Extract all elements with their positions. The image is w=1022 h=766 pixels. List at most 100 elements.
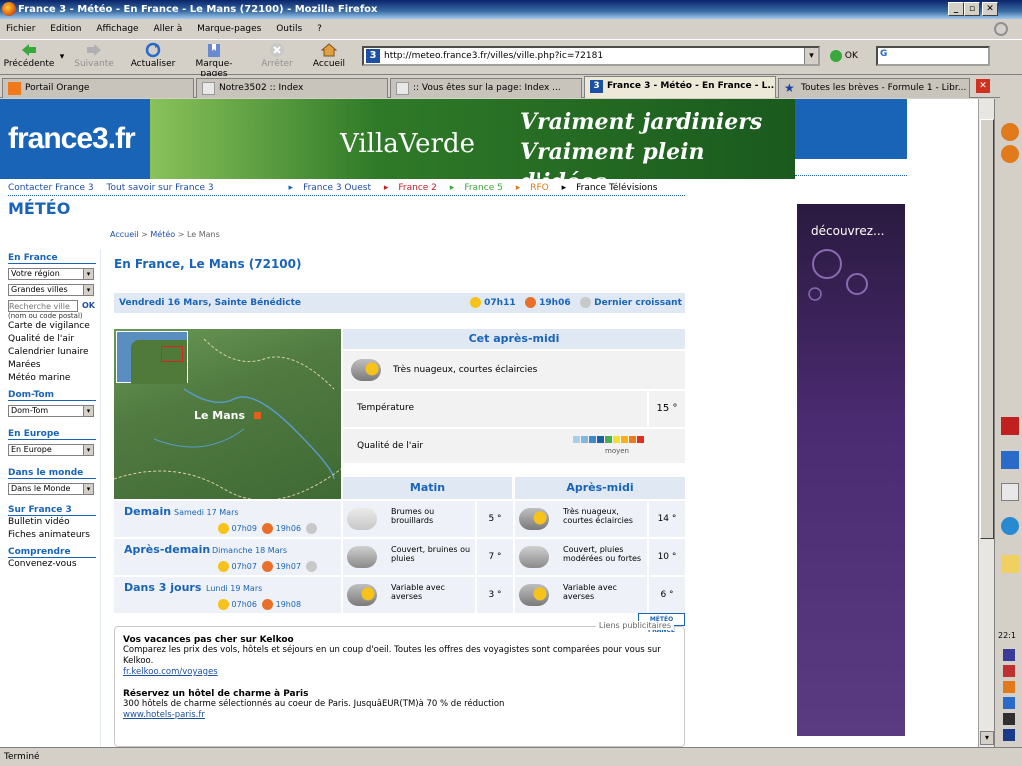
link-fiches-animateurs[interactable]: Fiches animateurs <box>8 529 96 542</box>
forecast-day-apres-demain[interactable]: Après-demain Dimanche 18 Mars 07h07 19h0… <box>114 539 341 575</box>
europe-select[interactable]: En Europe ▾ <box>8 444 94 456</box>
notepad-icon[interactable] <box>1001 483 1019 501</box>
close-tab-icon[interactable]: ✕ <box>976 79 990 93</box>
banner-slogan-line1: Vraiment jardiniers <box>520 109 763 135</box>
link-rfo[interactable]: RFO <box>530 183 549 193</box>
clock-text: 22:1 <box>998 631 1016 640</box>
link-qualite-air[interactable]: Qualité de l'air <box>8 333 96 346</box>
page-scrollbar[interactable]: ▾ <box>978 99 994 747</box>
today-date: Vendredi 16 Mars, Sainte Bénédicte <box>119 298 301 308</box>
go-button[interactable]: OK <box>830 46 870 66</box>
reload-button[interactable]: Actualiser <box>128 42 178 74</box>
media-player-icon[interactable] <box>1001 451 1019 469</box>
maximize-button[interactable]: ▫ <box>964 2 980 16</box>
forecast-day-dans-3-jours[interactable]: Dans 3 jours Lundi 19 Mars 07h06 19h08 <box>114 577 341 613</box>
link-meteo-marine[interactable]: Météo marine <box>8 372 96 385</box>
menu-help[interactable]: ? <box>317 24 322 34</box>
tray-icon[interactable] <box>1003 681 1015 693</box>
tray-icon[interactable] <box>1003 713 1015 725</box>
menu-edition[interactable]: Edition <box>50 24 81 34</box>
city-search-ok-button[interactable]: OK <box>82 301 95 310</box>
app-launcher-icon[interactable] <box>1001 417 1019 435</box>
shortcut-icon[interactable] <box>1001 555 1019 573</box>
villaverde-banner[interactable]: VillaVerde Vraiment jardiniers Vraiment … <box>150 99 795 179</box>
tab-france3-meteo[interactable]: 3 France 3 - Météo - En France - L... <box>584 76 776 98</box>
stop-label: Arrêter <box>261 59 293 69</box>
tray-icon[interactable] <box>1003 697 1015 709</box>
firefox-app-icon[interactable] <box>1001 145 1019 163</box>
link-carte-vigilance[interactable]: Carte de vigilance <box>8 320 96 333</box>
menu-outils[interactable]: Outils <box>276 24 302 34</box>
minimize-button[interactable]: _ <box>948 2 964 16</box>
ad-url[interactable]: www.hotels-paris.fr <box>123 710 676 720</box>
villes-select[interactable]: Grandes villes ▾ <box>8 284 94 296</box>
today-sunrise: 07h11 <box>484 298 516 308</box>
france3-logo[interactable]: france3.fr <box>0 99 150 179</box>
internet-explorer-icon[interactable] <box>1001 517 1019 535</box>
tab-notre3502[interactable]: Notre3502 :: Index <box>196 78 388 98</box>
bookmarks-button[interactable]: Marque-pages <box>182 42 246 79</box>
tab-label: Notre3502 :: Index <box>219 83 304 93</box>
back-button[interactable]: Précédente <box>2 42 56 74</box>
link-calendrier-lunaire[interactable]: Calendrier lunaire <box>8 346 96 359</box>
day-date: Dimanche 18 Mars <box>212 546 288 555</box>
tray-icon[interactable] <box>1003 729 1015 741</box>
menu-marque-pages[interactable]: Marque-pages <box>197 24 261 34</box>
tab-portail-orange[interactable]: Portail Orange <box>2 78 194 98</box>
afternoon-temp: 14 ° <box>649 501 685 537</box>
link-convenez-vous[interactable]: Convenez-vous <box>8 558 96 571</box>
menu-affichage[interactable]: Affichage <box>96 24 138 34</box>
forecast-day-demain[interactable]: Demain Samedi 17 Mars 07h09 19h06 <box>114 501 341 537</box>
scrollbar-thumb[interactable] <box>980 119 994 539</box>
stop-button[interactable]: Arrêter <box>254 42 300 74</box>
url-dropdown-icon[interactable]: ▾ <box>804 48 818 64</box>
tab-formule1[interactable]: ★ Toutes les brèves - Formule 1 - Libr..… <box>778 78 970 98</box>
firefox-app-icon[interactable] <box>1001 123 1019 141</box>
link-marees[interactable]: Marées <box>8 359 96 372</box>
region-select[interactable]: Votre région ▾ <box>8 268 94 280</box>
tray-icon[interactable] <box>1003 649 1015 661</box>
breadcrumb-accueil[interactable]: Accueil <box>110 230 139 239</box>
breadcrumb-meteo[interactable]: Météo <box>150 230 175 239</box>
air-quality-level-0 <box>573 436 580 443</box>
chevron-down-icon: ▾ <box>83 484 93 494</box>
reload-icon <box>145 42 161 58</box>
region-map[interactable]: Le Mans <box>114 329 341 499</box>
link-france-televisions[interactable]: France Télévisions <box>576 183 657 193</box>
menu-bar: Fichier Edition Affichage Aller à Marque… <box>0 19 1022 39</box>
tab-label: Toutes les brèves - Formule 1 - Libr... <box>801 83 967 93</box>
link-contacter[interactable]: Contacter France 3 <box>8 183 94 193</box>
forecast-morning-cell: Couvert, bruines ou pluies <box>343 539 475 575</box>
menu-fichier[interactable]: Fichier <box>6 24 35 34</box>
scroll-down-icon[interactable]: ▾ <box>980 731 994 745</box>
close-button[interactable]: ✕ <box>982 2 998 16</box>
villes-select-value: Grandes villes <box>11 285 68 294</box>
tray-icon[interactable] <box>1003 665 1015 677</box>
link-france3-ouest[interactable]: France 3 Ouest <box>303 183 371 193</box>
air-quality-level-7 <box>629 436 636 443</box>
monde-select[interactable]: Dans le Monde ▾ <box>8 483 94 495</box>
link-france5[interactable]: France 5 <box>464 183 503 193</box>
ad-url[interactable]: fr.kelkoo.com/voyages <box>123 667 676 677</box>
chevron-down-icon: ▾ <box>83 285 93 295</box>
url-field[interactable]: 3 http://meteo.france3.fr/villes/ville.p… <box>362 46 820 66</box>
temp-value: 15 ° <box>649 391 685 427</box>
today-moon: Dernier croissant <box>594 298 682 308</box>
domtom-select[interactable]: Dom-Tom ▾ <box>8 405 94 417</box>
ad-title[interactable]: Vos vacances pas cher sur Kelkoo <box>123 635 676 645</box>
banner-slogan: Vraiment jardiniers Vraiment plein d'idé… <box>520 107 795 179</box>
city-search-input[interactable] <box>8 300 78 312</box>
menu-aller[interactable]: Aller à <box>153 24 182 34</box>
europe-select-value: En Europe <box>11 445 52 454</box>
link-france2[interactable]: France 2 <box>398 183 437 193</box>
forward-button[interactable]: Suivante <box>68 42 120 74</box>
right-ad-banner[interactable]: découvrez... <box>797 204 905 736</box>
tab-vous-etes[interactable]: :: Vous êtes sur la page: Index ... <box>390 78 582 98</box>
link-bulletin-video[interactable]: Bulletin vidéo <box>8 516 96 529</box>
link-tout-savoir[interactable]: Tout savoir sur France 3 <box>107 183 214 193</box>
ad-title[interactable]: Réservez un hôtel de charme à Paris <box>123 689 676 699</box>
home-button[interactable]: Accueil <box>306 42 352 74</box>
search-field[interactable]: G <box>876 46 990 66</box>
bookmarks-icon <box>208 44 220 57</box>
air-quality-level-2 <box>589 436 596 443</box>
